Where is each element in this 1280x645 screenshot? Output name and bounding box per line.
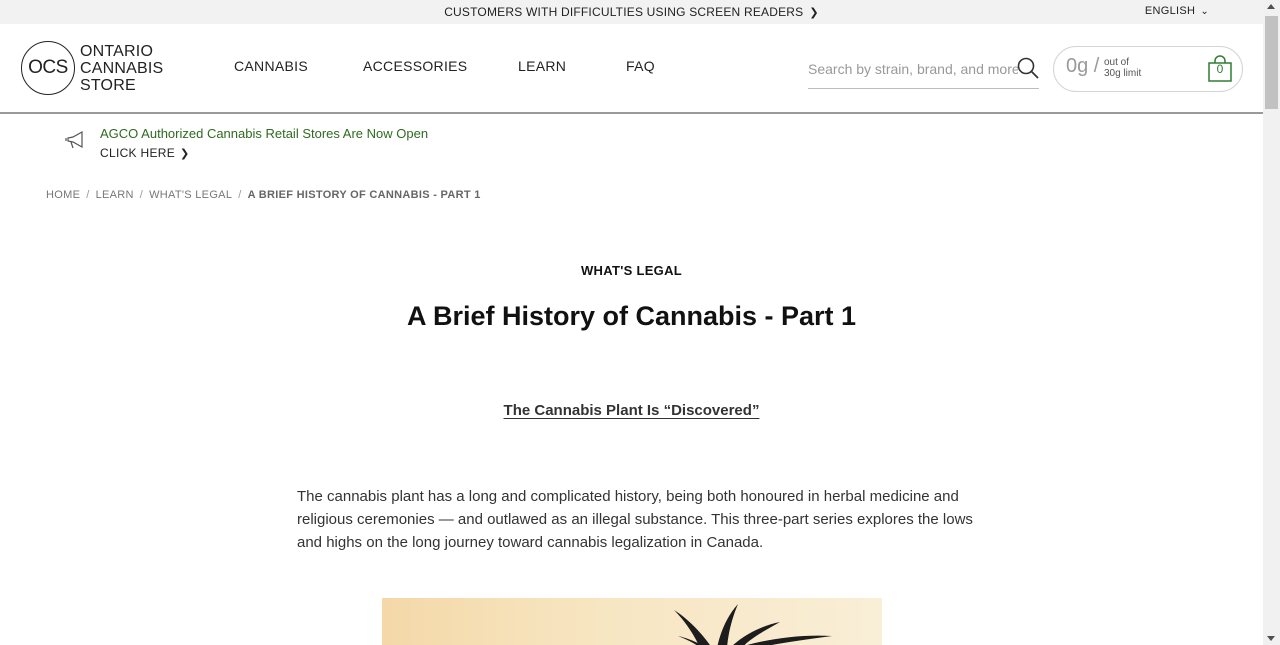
cannabis-leaf-image [674, 604, 832, 645]
cart-limit: out of 30g limit [1104, 57, 1141, 79]
language-label[interactable]: ENGLISH [1145, 5, 1195, 17]
breadcrumb: HOME / LEARN / WHAT'S LEGAL / A BRIEF HISTORY … [46, 189, 481, 201]
announcement-link-label[interactable]: CLICK HERE [100, 146, 175, 160]
logo-line-2: CANNABIS [80, 60, 164, 77]
nav-learn[interactable]: LEARN [518, 58, 566, 74]
scroll-down-icon[interactable] [1267, 636, 1275, 641]
scrollbar-thumb[interactable] [1265, 16, 1278, 109]
cart-grams: 0g / [1066, 55, 1100, 77]
logo-wordmark: ONTARIO CANNABIS STORE [80, 43, 163, 94]
site-header: OCS ONTARIO CANNABIS STORE CANNABIS ACCE… [0, 24, 1263, 114]
article-title: A Brief History of Cannabis - Part 1 [406, 301, 857, 331]
screen-reader-text[interactable]: CUSTOMERS WITH DIFFICULTIES USING SCREEN… [444, 5, 803, 19]
nav-cannabis[interactable]: CANNABIS [234, 58, 308, 74]
top-banner: CUSTOMERS WITH DIFFICULTIES USING SCREEN… [0, 0, 1263, 24]
nav-faq[interactable]: FAQ [626, 58, 655, 74]
article-intro: The cannabis plant has a long and compli… [297, 488, 973, 551]
cart-limit-line-1: out of [1104, 57, 1130, 68]
nav-accessories[interactable]: ACCESSORIES [363, 58, 467, 74]
cart-limit-line-2: 30g limit [1104, 68, 1142, 79]
logo-line-3: STORE [80, 77, 136, 94]
chevron-right-icon: ❯ [809, 7, 819, 19]
breadcrumb-home[interactable]: HOME [46, 189, 80, 201]
logo-line-1: ONTARIO [80, 43, 154, 60]
search-box [808, 52, 1039, 89]
search-input[interactable] [808, 58, 1018, 80]
chevron-right-icon: ❯ [180, 148, 190, 160]
breadcrumb-separator: / [238, 189, 242, 201]
scroll-up-icon[interactable] [1267, 4, 1275, 9]
announcement-bar: AGCO Authorized Cannabis Retail Stores A… [65, 124, 665, 164]
article-subheading: The Cannabis Plant Is “Discovered” [503, 402, 760, 419]
breadcrumb-separator: / [139, 189, 144, 201]
breadcrumb-separator: / [86, 189, 90, 201]
logo-mark: OCS [21, 41, 75, 95]
breadcrumb-current: A BRIEF HISTORY OF CANNABIS - PART 1 [247, 189, 481, 201]
announcement-link[interactable]: CLICK HERE ❯ [100, 146, 190, 160]
article-category: WHAT'S LEGAL [580, 263, 683, 278]
announcement-text: AGCO Authorized Cannabis Retail Stores A… [100, 126, 429, 141]
search-icon[interactable] [1017, 57, 1039, 79]
breadcrumb-whats-legal[interactable]: WHAT'S LEGAL [149, 189, 232, 201]
megaphone-icon [65, 130, 83, 149]
chevron-down-icon: ⌄ [1200, 6, 1209, 17]
hero-image [382, 598, 882, 645]
breadcrumb-learn[interactable]: LEARN [96, 189, 134, 201]
ocs-logo[interactable]: OCS ONTARIO CANNABIS STORE [21, 41, 181, 97]
screen-reader-link[interactable]: CUSTOMERS WITH DIFFICULTIES USING SCREEN… [0, 5, 1263, 19]
page-scrollbar[interactable] [1263, 0, 1280, 645]
cart-widget[interactable]: 0g / out of 30g limit 0 [1053, 46, 1243, 92]
cart-count: 0 [1216, 62, 1224, 76]
language-selector[interactable]: ENGLISH ⌄ [1145, 5, 1209, 17]
